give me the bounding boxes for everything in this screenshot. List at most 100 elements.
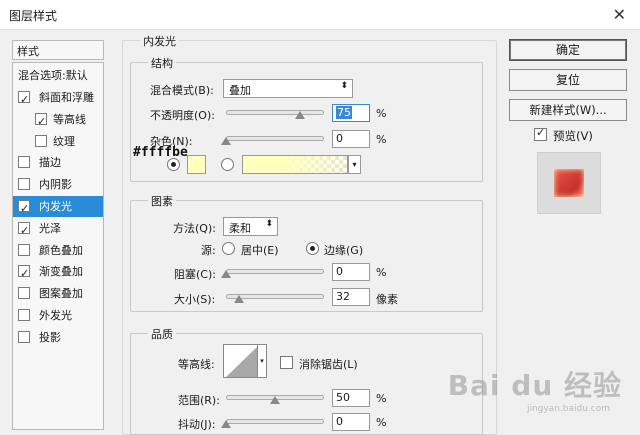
style-item-label: 描边: [39, 156, 61, 170]
noise-input[interactable]: 0: [332, 130, 370, 148]
styles-header[interactable]: 样式: [12, 40, 104, 60]
style-checkbox[interactable]: [18, 309, 30, 321]
preview-thumbnail: [537, 152, 601, 214]
source-center-label[interactable]: 居中(E): [241, 242, 279, 258]
method-label: 方法(Q):: [173, 222, 216, 235]
choke-slider[interactable]: [226, 269, 324, 274]
styles-list: 混合选项:默认 ✓ 斜面和浮雕 ✓ 等高线纹理描边内阴影 ✓ 内发光 ✓ 光泽 颜色叠加 ✓ 渐变叠…: [12, 62, 104, 430]
style-checkbox[interactable]: ✓: [18, 265, 30, 280]
source-edge-label[interactable]: 边缘(G): [324, 242, 363, 258]
choke-unit: %: [376, 266, 387, 279]
jitter-slider-thumb[interactable]: [221, 420, 231, 428]
gradient-dropdown-icon[interactable]: ▾: [348, 155, 361, 174]
style-checkbox[interactable]: ✓: [18, 221, 30, 237]
style-item-label: 外发光: [39, 309, 72, 322]
choke-value: 0: [336, 265, 343, 278]
updown-icon: ⬍: [340, 81, 348, 91]
style-item[interactable]: 图案叠加: [13, 283, 103, 304]
solid-color-radio[interactable]: [167, 158, 180, 171]
opacity-input[interactable]: 75: [332, 104, 370, 122]
section-title-inner-glow: 内发光: [140, 33, 179, 49]
style-item[interactable]: 纹理: [13, 131, 103, 152]
range-label: 范围(R):: [178, 394, 220, 407]
style-checkbox[interactable]: [18, 287, 30, 300]
range-slider-thumb[interactable]: [270, 396, 280, 404]
choke-slider-thumb[interactable]: [221, 270, 231, 278]
elements-title: 图素: [148, 193, 176, 209]
checkmark-icon: ✓: [20, 267, 30, 281]
size-slider-thumb[interactable]: [233, 295, 244, 303]
style-item-label: 斜面和浮雕: [39, 91, 94, 104]
new-style-button[interactable]: 新建样式(W)...: [509, 99, 627, 121]
close-icon[interactable]: ✕: [613, 5, 626, 24]
source-center-radio[interactable]: [222, 242, 235, 255]
style-item[interactable]: 内阴影: [13, 174, 103, 195]
style-checkbox[interactable]: [18, 178, 30, 191]
style-item[interactable]: 颜色叠加: [13, 240, 103, 261]
source-edge-radio[interactable]: [306, 242, 319, 255]
jitter-input[interactable]: 0: [332, 413, 370, 431]
gradient-radio[interactable]: [221, 158, 234, 171]
checkmark-icon: ✓: [20, 202, 30, 215]
gradient-picker[interactable]: [242, 155, 348, 174]
baidu-watermark-url: jingyan.baidu.com: [526, 404, 610, 414]
contour-preview[interactable]: [223, 344, 258, 378]
contour-curve-icon: [226, 346, 257, 377]
checkmark-icon: ✓: [37, 114, 47, 128]
antialias-label[interactable]: 消除锯齿(L): [299, 356, 358, 372]
structure-title: 结构: [148, 55, 176, 71]
preview-checkbox[interactable]: ✓: [534, 126, 547, 141]
contour-label: 等高线:: [178, 358, 215, 371]
style-checkbox[interactable]: ✓: [35, 112, 47, 128]
style-item[interactable]: ✓ 等高线: [13, 109, 103, 130]
style-item[interactable]: ✓ 内发光: [13, 196, 103, 217]
quality-title: 品质: [148, 326, 176, 342]
style-item[interactable]: ✓ 斜面和浮雕: [13, 87, 103, 108]
noise-slider[interactable]: [226, 136, 324, 141]
style-item-label: 投影: [39, 330, 61, 344]
jitter-slider[interactable]: [226, 419, 324, 424]
jitter-value: 0: [336, 415, 343, 428]
ok-button[interactable]: 确定: [509, 39, 627, 61]
size-input[interactable]: 32: [332, 288, 370, 306]
style-checkbox[interactable]: [18, 156, 30, 169]
opacity-slider[interactable]: [226, 110, 324, 115]
style-item-label: 等高线: [53, 112, 86, 126]
noise-slider-thumb[interactable]: [221, 137, 231, 145]
opacity-slider-thumb[interactable]: [294, 111, 305, 119]
style-item-label: 图案叠加: [39, 287, 83, 301]
blend-options-item[interactable]: 混合选项:默认: [13, 65, 103, 86]
style-item[interactable]: 外发光: [13, 305, 103, 326]
reset-button[interactable]: 复位: [509, 69, 627, 91]
noise-value: 0: [336, 132, 343, 145]
checkmark-icon: ✓: [20, 223, 30, 237]
style-item-label: 内发光: [39, 200, 72, 213]
style-item[interactable]: ✓ 光泽: [13, 218, 103, 239]
style-checkbox[interactable]: ✓: [18, 200, 30, 215]
jitter-unit: %: [376, 416, 387, 429]
range-input[interactable]: 50: [332, 389, 370, 407]
style-item[interactable]: 描边: [13, 152, 103, 173]
size-unit: 像素: [376, 293, 398, 306]
blend-mode-label: 混合模式(B):: [150, 84, 214, 97]
jitter-label: 抖动(J):: [178, 418, 216, 431]
color-hex-overlay: #ffffbe: [133, 145, 188, 160]
color-swatch[interactable]: [187, 155, 206, 174]
title-bar: 图层样式 ✕: [0, 0, 640, 30]
choke-input[interactable]: 0: [332, 263, 370, 281]
style-checkbox[interactable]: [18, 330, 30, 343]
method-select[interactable]: 柔和 ⬍: [223, 217, 278, 236]
style-item-label: 内阴影: [39, 178, 72, 192]
preview-swatch: [554, 169, 584, 197]
style-item[interactable]: ✓ 渐变叠加: [13, 261, 103, 282]
contour-dropdown-icon[interactable]: ▾: [258, 344, 267, 378]
blend-mode-select[interactable]: 叠加 ⬍: [223, 79, 353, 98]
preview-label[interactable]: 预览(V): [553, 128, 593, 144]
size-label: 大小(S):: [174, 293, 216, 306]
blend-mode-value: 叠加: [229, 84, 251, 97]
style-checkbox[interactable]: [18, 243, 30, 256]
style-checkbox[interactable]: ✓: [18, 91, 30, 106]
style-checkbox[interactable]: [35, 134, 47, 147]
antialias-checkbox[interactable]: [280, 356, 293, 369]
style-item[interactable]: 投影: [13, 327, 103, 348]
